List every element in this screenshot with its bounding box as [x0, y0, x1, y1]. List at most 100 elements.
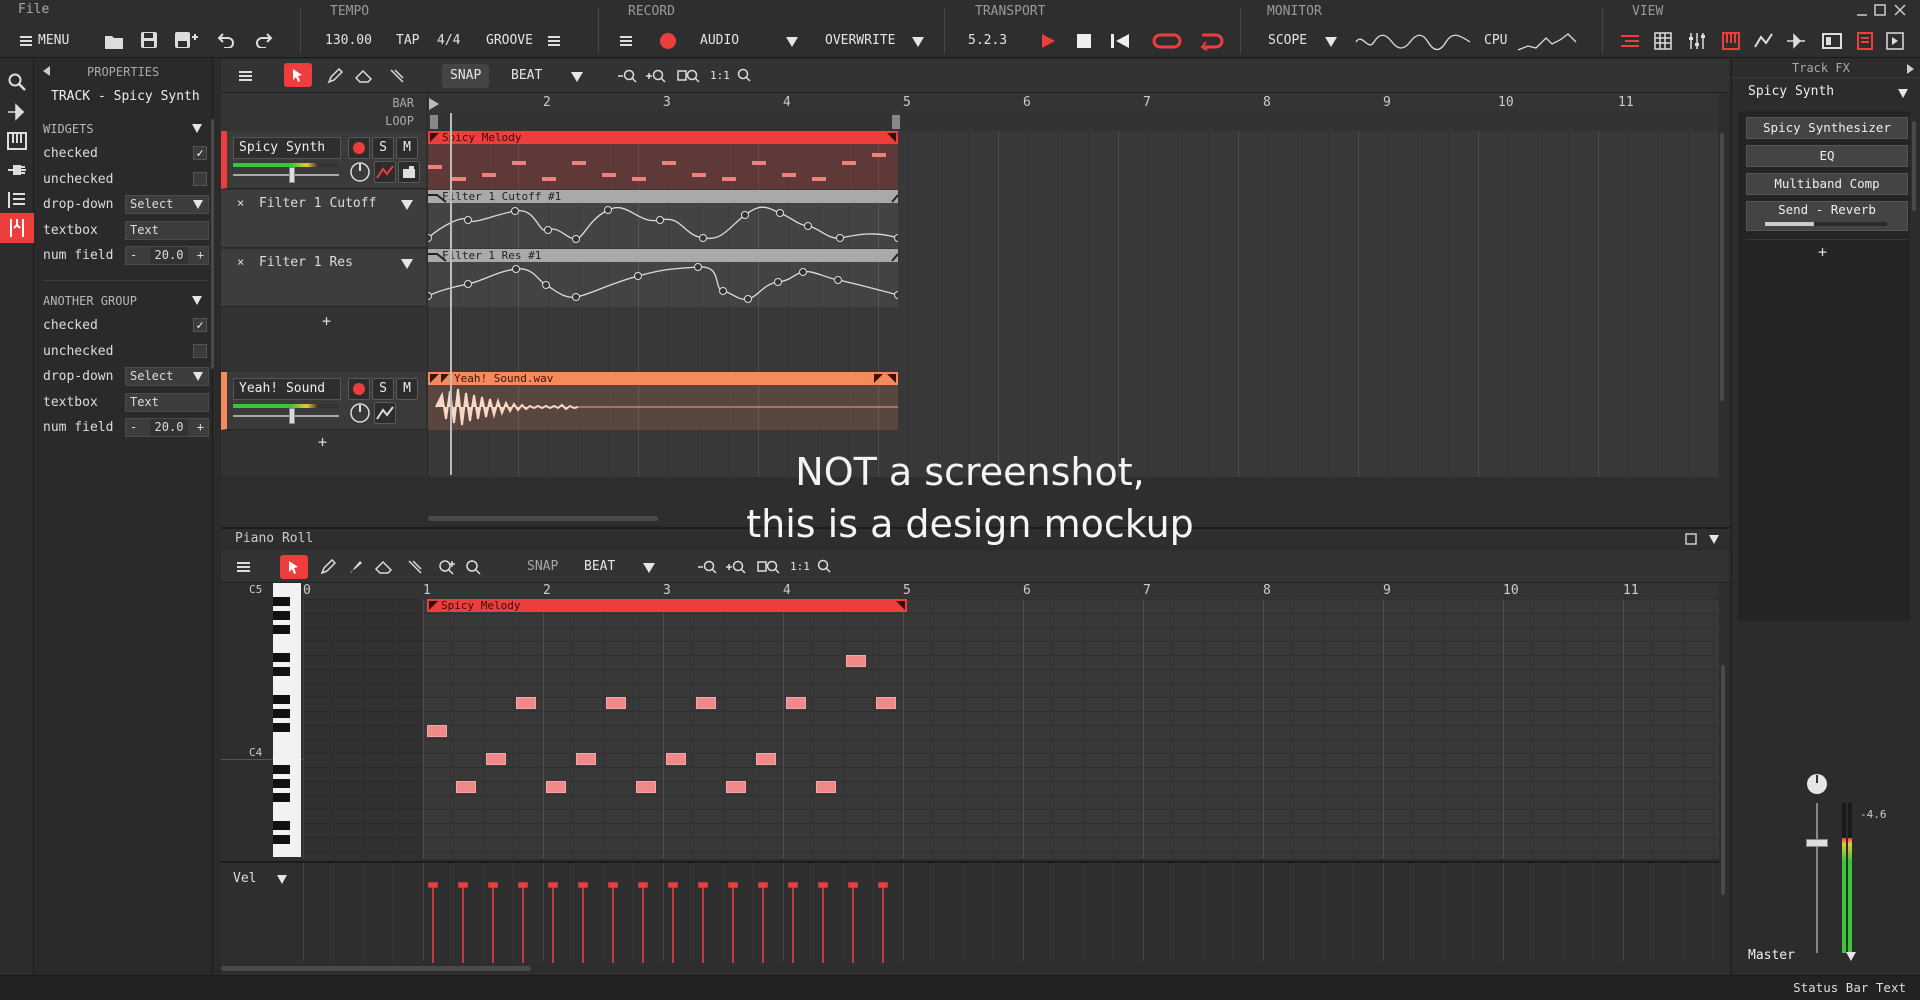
solo-button[interactable]: S: [372, 137, 394, 159]
collapse-panel-icon[interactable]: [41, 65, 51, 77]
audio-region[interactable]: Yeah! Sound.wav: [428, 372, 898, 430]
play-icon[interactable]: [1040, 33, 1056, 49]
properties-tab[interactable]: [0, 213, 34, 243]
checkbox-unchecked[interactable]: [193, 172, 207, 186]
undo-icon[interactable]: [217, 32, 237, 48]
region-header[interactable]: Spicy Melody: [428, 131, 898, 144]
midi-note[interactable]: [876, 697, 896, 709]
overwrite-dropdown-icon[interactable]: [912, 37, 924, 47]
automation-region[interactable]: Filter 1 Res #1: [428, 249, 898, 307]
bar-ruler[interactable]: 2 3 4 5 6 7 8 9 10 11: [428, 93, 1718, 113]
automation-curve[interactable]: [428, 249, 898, 307]
checkbox-checked[interactable]: ✓: [193, 318, 207, 332]
groove-menu-icon[interactable]: [548, 35, 562, 47]
black-key[interactable]: [273, 695, 290, 704]
volume-slider-handle[interactable]: [289, 408, 295, 424]
dropdown-select[interactable]: Select: [125, 195, 209, 214]
automation-lane-header[interactable]: × Filter 1 Cutoff: [221, 190, 426, 248]
add-automation-lane-button[interactable]: +: [322, 312, 331, 330]
midi-note[interactable]: [427, 725, 447, 737]
velocity-dropdown-icon[interactable]: [277, 875, 287, 884]
zoom-tool-icon[interactable]: [465, 559, 481, 575]
pencil-icon[interactable]: [327, 68, 343, 84]
automation-lane-header[interactable]: × Filter 1 Res: [221, 249, 426, 307]
scope-select[interactable]: SCOPE: [1268, 33, 1307, 48]
punch-icon[interactable]: [1196, 31, 1224, 51]
tap-button[interactable]: TAP: [396, 33, 419, 48]
black-key[interactable]: [273, 709, 290, 718]
black-key[interactable]: [273, 653, 290, 662]
snap-toggle[interactable]: SNAP: [527, 555, 558, 579]
loop-range[interactable]: [430, 115, 900, 129]
list-icon[interactable]: [6, 189, 28, 211]
zoom-out-icon[interactable]: [697, 559, 717, 575]
note-grid[interactable]: Spicy Melody: [303, 599, 1719, 859]
black-key[interactable]: [273, 793, 290, 802]
param-dropdown-icon[interactable]: [401, 200, 413, 210]
velocity-lane[interactable]: [303, 861, 1719, 963]
num-field-value[interactable]: 20.0: [150, 247, 188, 264]
region-header[interactable]: Spicy Melody: [427, 599, 907, 612]
playhead-line[interactable]: [450, 113, 452, 475]
pencil-icon[interactable]: [320, 559, 336, 575]
automation-param-name[interactable]: Filter 1 Res: [259, 255, 353, 270]
midi-note[interactable]: [666, 753, 686, 765]
search-icon[interactable]: [6, 71, 28, 93]
increment-button[interactable]: +: [197, 247, 204, 264]
send-view-icon[interactable]: [1786, 32, 1806, 50]
black-key[interactable]: [273, 667, 290, 676]
stop-icon[interactable]: [1076, 33, 1092, 49]
open-folder-icon[interactable]: [104, 32, 124, 50]
pan-knob-icon[interactable]: [349, 161, 371, 183]
select-tool-button[interactable]: [280, 555, 308, 579]
black-key[interactable]: [273, 597, 290, 606]
increment-button[interactable]: +: [197, 419, 204, 436]
loop-icon[interactable]: [1152, 31, 1182, 51]
num-field-value[interactable]: 20.0: [150, 419, 188, 436]
region-header[interactable]: Yeah! Sound.wav: [428, 372, 898, 385]
add-fx-button[interactable]: +: [1818, 243, 1827, 261]
mute-button[interactable]: M: [396, 137, 418, 159]
decrement-button[interactable]: -: [130, 247, 137, 264]
record-menu-icon[interactable]: [620, 35, 634, 47]
num-field[interactable]: -20.0 +: [125, 246, 209, 265]
grid-view-icon[interactable]: [1654, 32, 1672, 50]
plug-icon[interactable]: [6, 159, 28, 181]
properties-group-header[interactable]: ANOTHER GROUP: [43, 291, 208, 311]
zoom-fit-icon[interactable]: [677, 68, 701, 84]
playhead-marker-icon[interactable]: [428, 97, 440, 111]
browser-view-icon[interactable]: [1856, 32, 1874, 50]
vertical-scrollbar[interactable]: [1720, 133, 1724, 401]
decrement-button[interactable]: -: [130, 419, 137, 436]
pan-knob-icon[interactable]: [349, 402, 371, 424]
knife-icon[interactable]: [389, 68, 405, 84]
midi-note[interactable]: [816, 781, 836, 793]
export-view-icon[interactable]: [1886, 32, 1904, 50]
record-mode-dropdown-icon[interactable]: [786, 37, 798, 47]
textbox-input[interactable]: Text: [125, 221, 209, 240]
output-dropdown-icon[interactable]: [1846, 952, 1856, 961]
record-arm-button[interactable]: [348, 137, 370, 159]
zoom-out-icon[interactable]: [617, 68, 637, 84]
zoom-reset[interactable]: 1:1: [790, 555, 831, 579]
send-level-slider[interactable]: [1765, 222, 1887, 226]
dropdown-select[interactable]: Select: [125, 367, 209, 386]
automation-region[interactable]: Filter 1 Cutoff #1: [428, 190, 898, 248]
collapse-panel-icon[interactable]: [1906, 63, 1916, 75]
eraser-icon[interactable]: [355, 69, 373, 83]
master-fader-handle[interactable]: [1806, 839, 1828, 847]
beat-dropdown-icon[interactable]: [571, 72, 583, 82]
num-field[interactable]: -20.0 +: [125, 418, 209, 437]
midi-note[interactable]: [516, 697, 536, 709]
remove-lane-button[interactable]: ×: [237, 196, 244, 210]
record-arm-button[interactable]: [348, 378, 370, 400]
textbox-input[interactable]: Text: [125, 393, 209, 412]
piano-roll-ruler[interactable]: 0 1 2 3 4 5 6 7 8 9 10 11: [303, 583, 1719, 599]
send-icon[interactable]: [6, 101, 28, 123]
minimize-icon[interactable]: [1856, 5, 1868, 17]
zoom-reset[interactable]: 1:1: [710, 64, 751, 88]
midi-note[interactable]: [576, 753, 596, 765]
vertical-scrollbar[interactable]: [1721, 665, 1725, 895]
remove-lane-button[interactable]: ×: [237, 255, 244, 269]
save-icon[interactable]: [140, 31, 158, 49]
